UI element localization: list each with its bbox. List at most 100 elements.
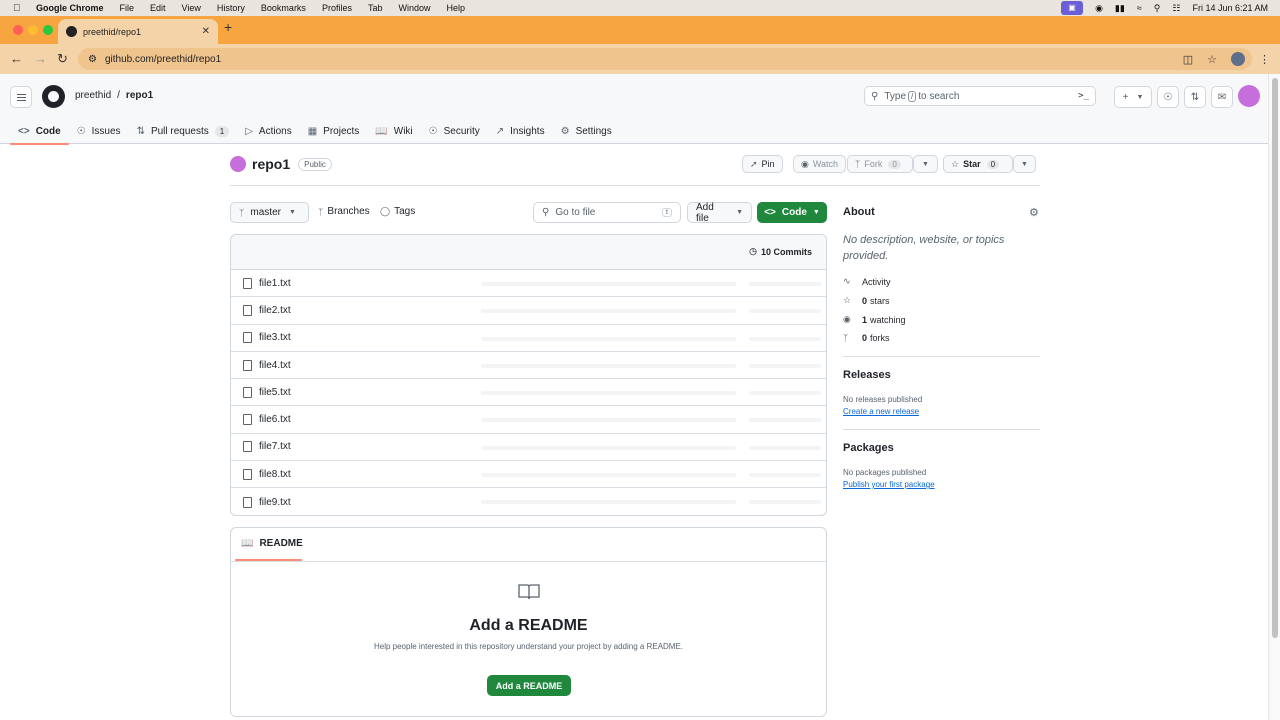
- create-new-button[interactable]: + ▼: [1114, 86, 1152, 108]
- pin-button[interactable]: ➚ Pin: [742, 155, 783, 173]
- back-icon[interactable]: ←: [10, 51, 23, 66]
- file-name[interactable]: file1.txt: [259, 278, 291, 289]
- page-scrollbar[interactable]: [1268, 74, 1280, 720]
- file-name[interactable]: file2.txt: [259, 305, 291, 316]
- file-name[interactable]: file9.txt: [259, 497, 291, 508]
- pull-requests-button[interactable]: ⇅: [1184, 86, 1206, 108]
- menu-bookmarks[interactable]: Bookmarks: [261, 3, 306, 13]
- commits-link[interactable]: ◷ 10 Commits: [749, 246, 812, 257]
- menu-view[interactable]: View: [182, 3, 201, 13]
- file-name[interactable]: file3.txt: [259, 332, 291, 343]
- tab-pull-requests[interactable]: ⇅ Pull requests 1: [129, 118, 238, 144]
- star-button[interactable]: ☆ Star 0: [943, 155, 1013, 173]
- command-palette-icon[interactable]: >_: [1078, 91, 1089, 101]
- file-row[interactable]: file4.txt: [231, 352, 826, 380]
- file-name[interactable]: file7.txt: [259, 441, 291, 452]
- install-app-icon[interactable]: ◫: [1183, 53, 1193, 66]
- file-row[interactable]: file9.txt: [231, 488, 826, 515]
- tab-actions[interactable]: ▷ Actions: [237, 118, 300, 144]
- add-readme-button[interactable]: Add a README: [487, 675, 571, 696]
- address-bar[interactable]: ⚙ github.com/preethid/repo1: [78, 48, 1252, 70]
- scrollbar-thumb[interactable]: [1272, 78, 1278, 638]
- file-row[interactable]: file7.txt: [231, 434, 826, 462]
- file-name[interactable]: file8.txt: [259, 469, 291, 480]
- minimize-window-icon[interactable]: [28, 25, 38, 35]
- tab-code[interactable]: <> Code: [10, 118, 69, 145]
- menu-help[interactable]: Help: [446, 3, 465, 13]
- watching-link[interactable]: ◉ 1 watching: [843, 314, 906, 325]
- menu-window[interactable]: Window: [398, 3, 430, 13]
- star-dropdown-button[interactable]: ▼: [1013, 155, 1036, 173]
- file-row[interactable]: file8.txt: [231, 461, 826, 489]
- tab-insights[interactable]: ↗ Insights: [488, 118, 553, 144]
- forward-icon[interactable]: →: [34, 51, 47, 66]
- screen-recorder-icon[interactable]: ▣: [1061, 1, 1084, 15]
- menu-icon[interactable]: [10, 86, 32, 108]
- issues-button[interactable]: ☉: [1157, 86, 1179, 108]
- readme-tab[interactable]: 📖 README: [241, 538, 303, 549]
- tab-security[interactable]: ☉ Security: [421, 118, 488, 144]
- search-icon[interactable]: ⚲: [1154, 3, 1161, 14]
- github-logo-icon[interactable]: [42, 85, 65, 108]
- browser-tab[interactable]: preethid/repo1 ✕: [58, 19, 218, 44]
- file-row[interactable]: file2.txt: [231, 297, 826, 325]
- branch-select[interactable]: ᛉ master ▼: [230, 202, 309, 223]
- gear-icon[interactable]: ⚙: [1029, 206, 1039, 219]
- code-button[interactable]: <> Code ▼: [757, 202, 827, 223]
- tab-projects[interactable]: ▦ Projects: [300, 118, 368, 144]
- menu-file[interactable]: File: [120, 3, 135, 13]
- fork-button[interactable]: ᛉ Fork 0: [847, 155, 913, 173]
- forks-link[interactable]: ᛉ 0 forks: [843, 333, 890, 343]
- wifi-icon[interactable]: ≈: [1137, 3, 1142, 13]
- tab-issues[interactable]: ☉ Issues: [69, 118, 129, 144]
- reload-icon[interactable]: ↻: [57, 51, 68, 67]
- repo-name[interactable]: repo1: [252, 156, 290, 172]
- file-row[interactable]: file3.txt: [231, 325, 826, 352]
- packages-heading[interactable]: Packages: [843, 442, 894, 454]
- stars-link[interactable]: ☆ 0 stars: [843, 295, 890, 306]
- file-row[interactable]: file5.txt: [231, 379, 826, 407]
- inbox-button[interactable]: ✉: [1211, 86, 1233, 108]
- file-row[interactable]: file6.txt: [231, 406, 826, 434]
- tab-settings[interactable]: ⚙ Settings: [553, 118, 620, 144]
- site-info-icon[interactable]: ⚙: [88, 54, 97, 65]
- file-name[interactable]: file5.txt: [259, 387, 291, 398]
- apple-icon[interactable]: : [13, 3, 27, 14]
- control-center-icon[interactable]: ☷: [1172, 3, 1180, 14]
- battery-icon[interactable]: ▮▮: [1115, 3, 1125, 14]
- menu-app-name[interactable]: Google Chrome: [36, 3, 104, 13]
- menu-profiles[interactable]: Profiles: [322, 3, 352, 13]
- menu-tab[interactable]: Tab: [368, 3, 383, 13]
- add-file-button[interactable]: Add file ▼: [687, 202, 752, 224]
- menu-edit[interactable]: Edit: [150, 3, 166, 13]
- search-input[interactable]: ⚲ Type / to search >_: [864, 86, 1096, 106]
- new-tab-icon[interactable]: +: [224, 19, 232, 35]
- repo-owner-avatar[interactable]: [230, 156, 246, 172]
- breadcrumb-owner[interactable]: preethid: [75, 90, 111, 101]
- menubar-clock[interactable]: Fri 14 Jun 6:21 AM: [1192, 3, 1268, 13]
- tab-close-icon[interactable]: ✕: [202, 26, 210, 37]
- activity-link[interactable]: ∿ Activity: [843, 276, 891, 287]
- branches-link[interactable]: ᛉ Branches: [318, 206, 370, 217]
- file-row[interactable]: file1.txt: [231, 270, 826, 298]
- releases-heading[interactable]: Releases: [843, 369, 891, 381]
- create-release-link[interactable]: Create a new release: [843, 407, 919, 416]
- close-window-icon[interactable]: [13, 25, 23, 35]
- go-to-file-input[interactable]: ⚲ Go to file t: [533, 202, 681, 223]
- record-icon[interactable]: ◉: [1095, 3, 1103, 14]
- breadcrumb-repo[interactable]: repo1: [126, 90, 153, 101]
- watch-button[interactable]: ◉ Watch: [793, 155, 847, 173]
- file-name[interactable]: file4.txt: [259, 360, 291, 371]
- tab-projects-label: Projects: [323, 125, 360, 137]
- tab-wiki[interactable]: 📖 Wiki: [367, 118, 420, 144]
- publish-package-link[interactable]: Publish your first package: [843, 480, 935, 489]
- tags-link[interactable]: ◯ Tags: [380, 206, 415, 217]
- menu-history[interactable]: History: [217, 3, 245, 13]
- chrome-menu-icon[interactable]: ⋮: [1259, 53, 1270, 66]
- user-avatar[interactable]: [1238, 85, 1260, 107]
- bookmark-star-icon[interactable]: ☆: [1207, 53, 1217, 66]
- file-name[interactable]: file6.txt: [259, 414, 291, 425]
- fork-dropdown-button[interactable]: ▼: [913, 155, 938, 173]
- profile-avatar[interactable]: [1231, 52, 1245, 66]
- zoom-window-icon[interactable]: [43, 25, 53, 35]
